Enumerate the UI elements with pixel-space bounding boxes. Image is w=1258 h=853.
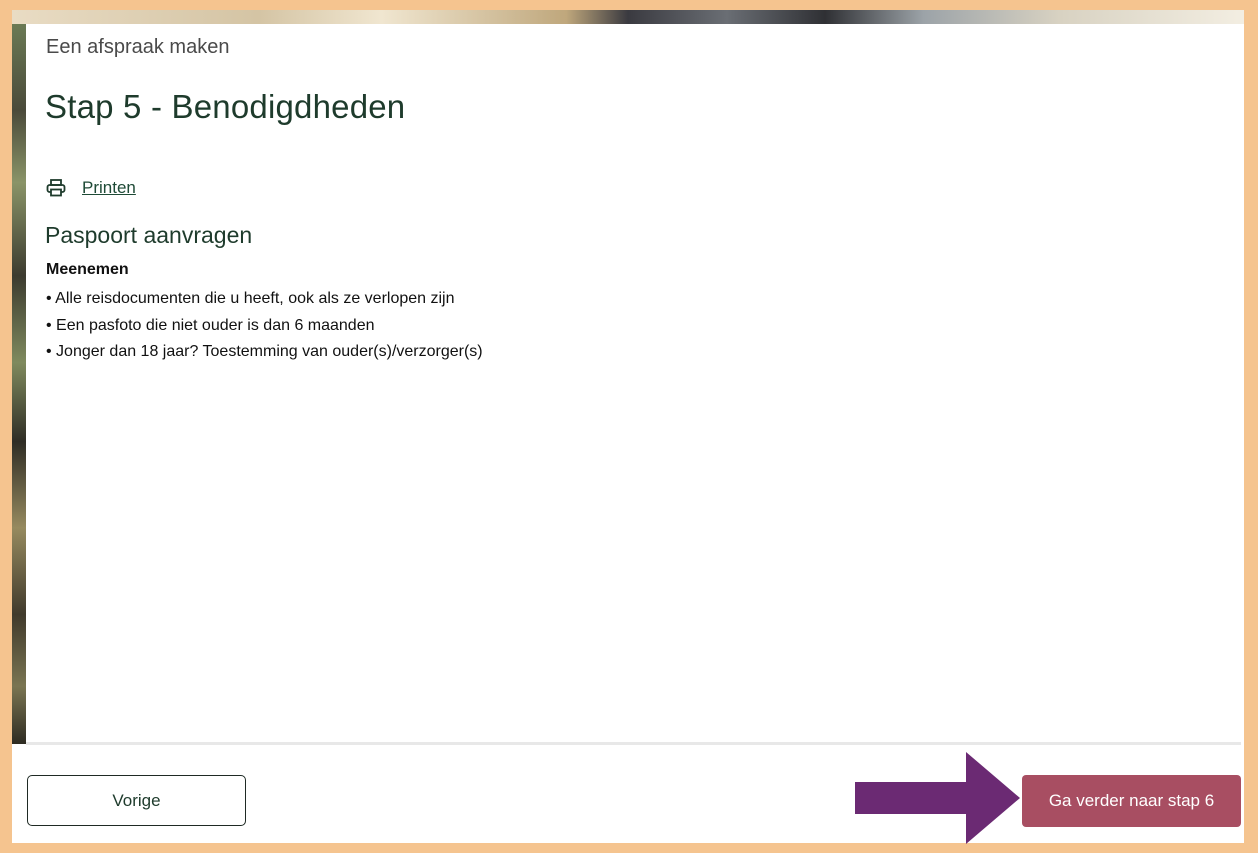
list-item: • Alle reisdocumenten die u heeft, ook a… — [46, 290, 455, 307]
appointment-panel: Een afspraak maken Stap 5 - Benodigdhede… — [26, 24, 1241, 744]
background-photo-top — [12, 10, 1244, 24]
section-subheading: Meenemen — [46, 261, 129, 278]
requirements-list: • Alle reisdocumenten die u heeft, ook a… — [46, 286, 483, 366]
printer-icon[interactable] — [46, 179, 66, 197]
footer-bar: Vorige Ga verder naar stap 6 — [26, 745, 1241, 843]
print-action[interactable]: Printen — [46, 178, 136, 198]
list-item: • Jonger dan 18 jaar? Toestemming van ou… — [46, 343, 483, 360]
print-link[interactable]: Printen — [82, 178, 136, 198]
section-title: Paspoort aanvragen — [45, 222, 253, 248]
next-step-button[interactable]: Ga verder naar stap 6 — [1022, 775, 1241, 827]
page-title: Stap 5 - Benodigdheden — [45, 88, 406, 125]
background-photo-left — [12, 24, 26, 744]
arrow-right-icon — [855, 752, 1020, 844]
previous-button[interactable]: Vorige — [27, 775, 246, 826]
page-kicker: Een afspraak maken — [46, 36, 230, 58]
list-item: • Een pasfoto die niet ouder is dan 6 ma… — [46, 316, 375, 334]
